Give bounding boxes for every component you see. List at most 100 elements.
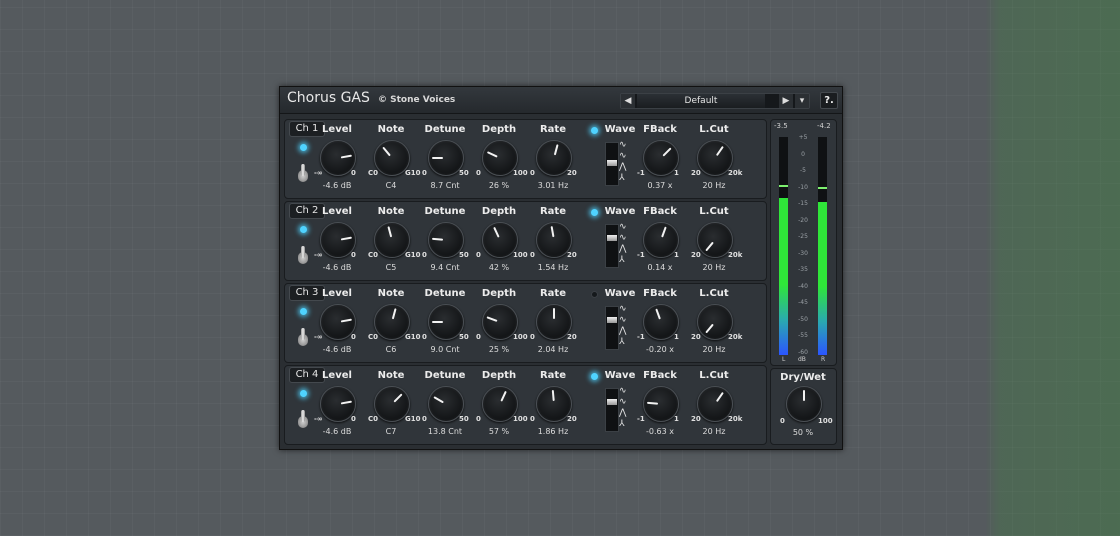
channel-enable-led[interactable] [300, 390, 307, 397]
lcut-max: 20k [728, 169, 743, 177]
detune-min: 0 [422, 415, 427, 423]
meter-scale: +5 0 -5 -10 -15 -20 -25 -30 -35 -40 -45 -50 -55 -60 [793, 134, 813, 359]
wave-slider-track[interactable] [605, 142, 619, 186]
note-min: C0 [368, 251, 379, 259]
depth-label: Depth [481, 124, 517, 135]
wave-selector[interactable]: ∿ ∿ ⋀ ⅄ [605, 304, 635, 354]
note-label: Note [377, 288, 405, 299]
depth-max: 100 [513, 169, 528, 177]
wave-selector[interactable]: ∿ ∿ ⋀ ⅄ [605, 386, 635, 436]
rate-min: 0 [530, 333, 535, 341]
vendor-label: © Stone Voices [378, 95, 456, 105]
detune-value: 8.7 Cnt [430, 181, 460, 190]
preset-menu-button[interactable]: ▾ [795, 94, 809, 108]
rate-min: 0 [530, 169, 535, 177]
detune-max: 50 [459, 415, 469, 423]
meter-scale-tick: -55 [798, 332, 808, 339]
rate-value: 3.01 Hz [537, 181, 569, 190]
wave-selector[interactable]: ∿ ∿ ⋀ ⅄ [605, 140, 635, 190]
peak-wave-icon: ⅄ [619, 419, 625, 429]
preset-selector[interactable]: ◀ Default ▶ ▾ [620, 93, 810, 109]
meter-scale-tick: +5 [798, 134, 808, 141]
detune-min: 0 [422, 333, 427, 341]
note-max: G10 [405, 333, 421, 341]
dry-wet-value: 50 % [792, 428, 814, 437]
level-value: -4.6 dB [322, 181, 352, 190]
meter-scale-tick: -35 [798, 266, 808, 273]
channel-enable-led[interactable] [300, 226, 307, 233]
toggle-lever [301, 164, 305, 176]
meter-label-db: dB [798, 356, 806, 363]
note-max: G10 [405, 169, 421, 177]
rate-max: 20 [567, 333, 577, 341]
note-max: G10 [405, 415, 421, 423]
peak-wave-icon: ⅄ [619, 337, 625, 347]
level-max: 0 [351, 251, 356, 259]
note-min: C0 [368, 415, 379, 423]
rate-min: 0 [530, 251, 535, 259]
depth-max: 100 [513, 251, 528, 259]
rate-value: 2.04 Hz [537, 345, 569, 354]
meter-scale-tick: -20 [798, 216, 808, 224]
channel-enable-led[interactable] [300, 144, 307, 151]
wave-slider-thumb[interactable] [607, 160, 617, 166]
next-preset-button[interactable]: ▶ [779, 94, 793, 108]
fback-min: -1 [637, 251, 645, 259]
wave-slider-track[interactable] [605, 306, 619, 350]
meter-scale-tick: -40 [798, 282, 808, 290]
detune-label: Detune [424, 370, 466, 381]
lcut-value: 20 Hz [702, 181, 726, 190]
note-max: G10 [405, 251, 421, 259]
knob-indicator [553, 144, 559, 156]
meter-scale-tick: -45 [798, 299, 808, 306]
fback-max: 1 [674, 251, 679, 259]
note-min: C0 [368, 333, 379, 341]
meter-bar-right [818, 137, 827, 355]
wave-slider-thumb[interactable] [607, 317, 617, 323]
detune-min: 0 [422, 169, 427, 177]
depth-value: 42 % [488, 263, 510, 272]
rate-value: 1.86 Hz [537, 427, 569, 436]
meter-scale-tick: -60 [798, 348, 808, 356]
knob-indicator [661, 226, 667, 238]
meter-fill-left [779, 198, 788, 355]
depth-max: 100 [513, 415, 528, 423]
help-button[interactable]: ?. [820, 92, 838, 109]
sine2-wave-icon: ∿ [619, 233, 627, 243]
channel-enable-led[interactable] [300, 308, 307, 315]
lcut-value: 20 Hz [702, 263, 726, 272]
wave-slider-thumb[interactable] [607, 235, 617, 241]
note-value: C6 [385, 345, 397, 354]
level-min: -∞ [314, 333, 323, 341]
fback-value: 0.37 x [647, 181, 673, 190]
dry-wet-knob[interactable] [786, 386, 822, 422]
toggle-lever [301, 246, 305, 258]
wave-selector[interactable]: ∿ ∿ ⋀ ⅄ [605, 222, 635, 272]
rate-label: Rate [539, 206, 566, 217]
wave-slider-track[interactable] [605, 224, 619, 268]
chorus-plugin-window: Chorus GAS © Stone Voices ◀ Default ▶ ▾ … [279, 86, 843, 450]
triangle-wave-icon: ⋀ [619, 326, 627, 336]
wave-slider-thumb[interactable] [607, 399, 617, 405]
knob-indicator [486, 151, 498, 158]
meter-peak-left: -3.5 [774, 122, 788, 130]
detune-value: 9.4 Cnt [430, 263, 460, 272]
note-label: Note [377, 370, 405, 381]
preset-name[interactable]: Default [637, 94, 765, 108]
peak-wave-icon: ⅄ [619, 173, 625, 183]
lcut-min: 20 [691, 415, 701, 423]
note-label: Note [377, 206, 405, 217]
prev-preset-button[interactable]: ◀ [621, 94, 635, 108]
toggle-lever [301, 328, 305, 340]
wave-label: Wave [604, 288, 636, 299]
triangle-wave-icon: ⋀ [619, 162, 627, 172]
lcut-max: 20k [728, 415, 743, 423]
level-min: -∞ [314, 169, 323, 177]
knob-indicator [387, 226, 393, 238]
dry-wet-max: 100 [818, 417, 833, 425]
note-value: C4 [385, 181, 397, 190]
fback-max: 1 [674, 333, 679, 341]
level-min: -∞ [314, 415, 323, 423]
wave-slider-track[interactable] [605, 388, 619, 432]
chevron-down-icon: ▾ [799, 96, 805, 106]
